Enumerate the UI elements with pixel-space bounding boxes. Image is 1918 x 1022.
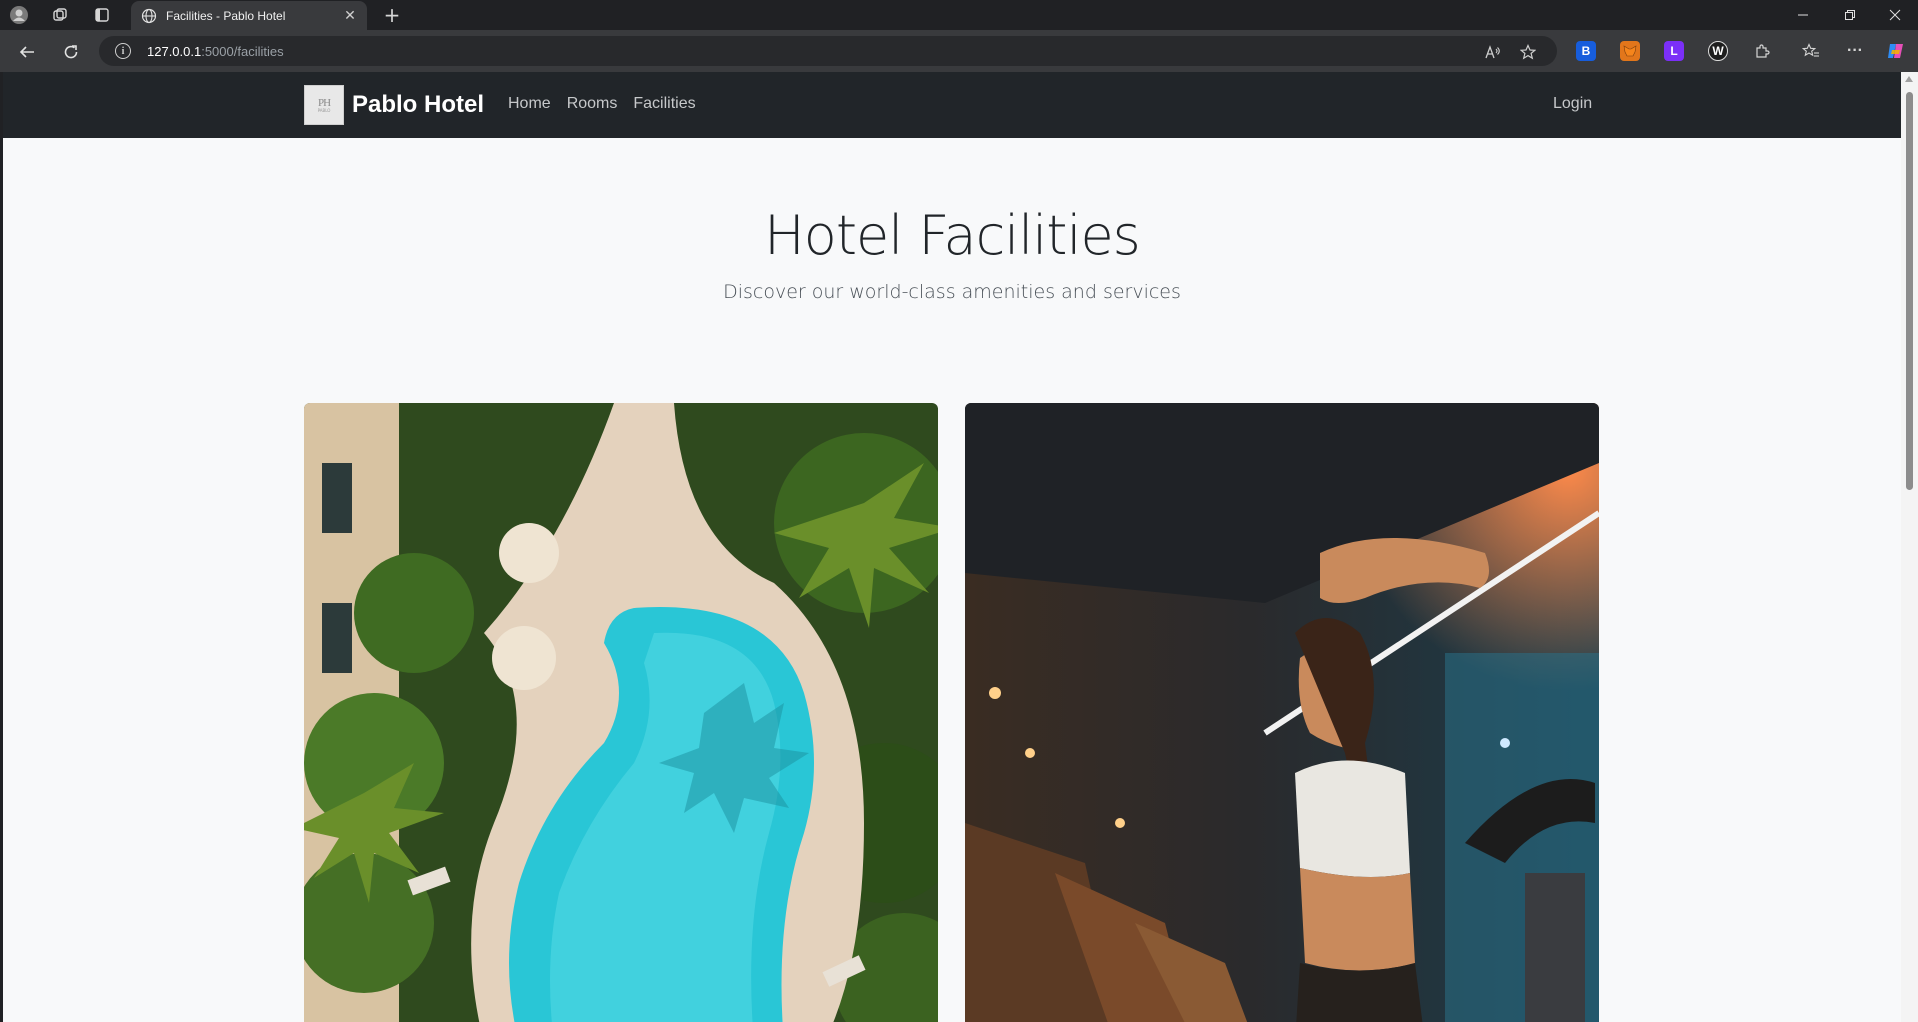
tab-active[interactable]: Facilities - Pablo Hotel ✕ (131, 1, 367, 30)
site-info-icon[interactable]: i (115, 43, 131, 59)
browser-tab-bar: Facilities - Pablo Hotel ✕ + (0, 0, 1918, 30)
page-scrollbar[interactable] (1901, 72, 1918, 1022)
page-subtitle: Discover our world-class amenities and s… (723, 281, 1181, 303)
page-viewport: PH PABLO Pablo Hotel Home Rooms Faciliti… (3, 72, 1901, 1022)
profile-icon[interactable] (8, 4, 30, 26)
favorites-icon[interactable] (1801, 41, 1821, 61)
reload-icon[interactable] (58, 39, 84, 65)
close-window-icon[interactable] (1872, 0, 1918, 30)
gym-photo (965, 403, 1599, 1022)
metamask-icon[interactable] (1620, 41, 1640, 61)
url-path: :5000/facilities (201, 43, 284, 59)
site-navbar: PH PABLO Pablo Hotel Home Rooms Faciliti… (3, 72, 1901, 138)
brand-link[interactable]: PH PABLO Pablo Hotel (304, 85, 484, 125)
browser-toolbar: i 127.0.0.1:5000/facilities B L W ··· (0, 30, 1918, 72)
restore-icon[interactable] (1827, 0, 1873, 30)
address-bar[interactable]: i 127.0.0.1:5000/facilities (99, 36, 1557, 66)
brand-logo: PH PABLO (304, 85, 344, 125)
nav-link-home[interactable]: Home (508, 95, 551, 113)
login-link[interactable]: Login (1553, 95, 1592, 113)
url-host: 127.0.0.1 (147, 43, 202, 59)
bitwarden-icon[interactable]: B (1576, 41, 1596, 61)
close-tab-icon[interactable]: ✕ (339, 5, 361, 27)
logo-mark: PH (317, 96, 331, 109)
facility-card-pool[interactable] (304, 403, 938, 1022)
scroll-thumb[interactable] (1906, 92, 1913, 490)
minimize-icon[interactable] (1780, 0, 1826, 30)
scroll-up-arrow-icon[interactable] (1905, 76, 1913, 82)
extension-icon-dark[interactable]: W (1708, 41, 1728, 61)
url-text[interactable]: 127.0.0.1:5000/facilities (147, 44, 284, 59)
favorite-star-icon[interactable] (1517, 41, 1539, 63)
nav-links: Home Rooms Facilities (508, 95, 712, 113)
back-icon[interactable] (14, 39, 40, 65)
facility-card-gym[interactable] (965, 403, 1599, 1022)
new-tab-icon[interactable]: + (380, 3, 404, 27)
tab-title: Facilities - Pablo Hotel (166, 8, 286, 23)
extensions-puzzle-icon[interactable] (1752, 41, 1772, 61)
globe-icon (141, 8, 157, 24)
nav-link-rooms[interactable]: Rooms (567, 95, 618, 113)
nav-link-facilities[interactable]: Facilities (633, 95, 695, 113)
read-aloud-icon[interactable] (1482, 41, 1504, 63)
extension-icon-purple[interactable]: L (1664, 41, 1684, 61)
tab-actions-icon[interactable] (91, 4, 113, 26)
logo-sub: PABLO (317, 107, 331, 113)
more-options-icon[interactable]: ··· (1845, 41, 1865, 61)
copilot-icon[interactable] (1886, 41, 1906, 61)
brand-name: Pablo Hotel (352, 91, 485, 118)
workspaces-icon[interactable] (49, 4, 71, 26)
pool-aerial-photo (304, 403, 938, 1022)
page-title: Hotel Facilities (764, 204, 1141, 267)
